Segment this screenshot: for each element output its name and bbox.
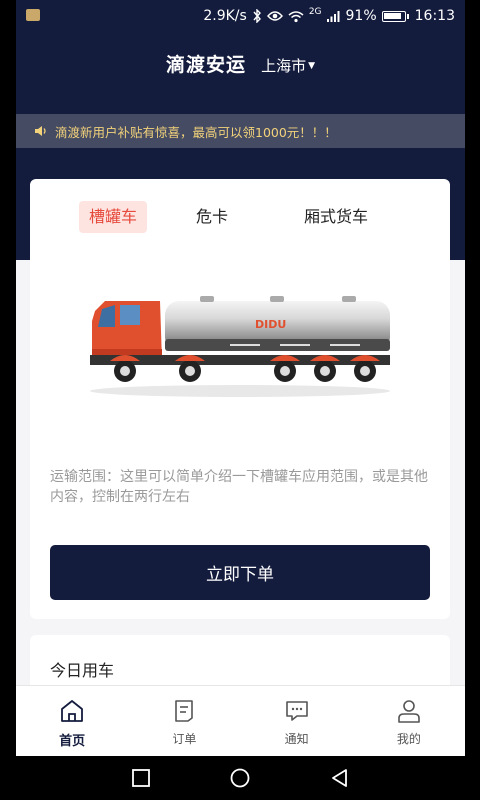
tab-home[interactable]: 首页	[16, 686, 128, 756]
order-icon	[175, 700, 194, 722]
status-bar: 2.9K/s 2G 91% 16:13	[16, 0, 465, 32]
clock: 16:13	[414, 8, 455, 24]
network-speed: 2.9K/s	[203, 8, 247, 24]
tab-notifications-label: 通知	[284, 732, 309, 746]
bluetooth-icon	[253, 9, 261, 23]
recent-apps-icon[interactable]	[130, 767, 152, 789]
tab-orders[interactable]: 订单	[128, 686, 240, 756]
title-row: 滴渡安运 上海市 ▼	[16, 50, 465, 77]
network-type: 2G	[308, 7, 322, 17]
vehicle-description: 运输范围：这里可以简单介绍一下槽罐车应用范围，或是其他内容，控制在两行左右	[50, 469, 428, 505]
battery-icon	[381, 10, 409, 22]
vehicle-tabs: 槽罐车 危卡 厢式货车	[30, 201, 450, 233]
today-section-title: 今日用车	[50, 661, 115, 680]
app-title: 滴渡安运	[165, 54, 246, 76]
caret-down-icon: ▼	[308, 60, 316, 71]
tab-box-truck[interactable]: 厢式货车	[294, 201, 378, 233]
eye-icon	[266, 11, 283, 21]
status-right: 2.9K/s 2G 91% 16:13	[203, 0, 455, 32]
bottom-tab-bar: 首页 订单 通知 我的	[16, 685, 465, 756]
city-selector[interactable]: 上海市 ▼	[261, 55, 315, 76]
tab-profile-label: 我的	[396, 732, 421, 746]
tab-profile[interactable]: 我的	[353, 686, 465, 756]
tab-tank-truck[interactable]: 槽罐车	[79, 201, 148, 233]
order-now-button[interactable]: 立即下单	[50, 545, 430, 600]
vehicle-card: 槽罐车 危卡 厢式货车 DIDU 运输范围：这里可以简单介绍一下槽罐车应用范围，…	[30, 179, 450, 619]
back-icon[interactable]	[329, 767, 351, 789]
notification-app-icon	[26, 9, 40, 21]
city-label: 上海市	[261, 57, 307, 75]
home-button-icon[interactable]	[229, 767, 251, 789]
message-icon	[285, 701, 308, 721]
notice-banner[interactable]: 滴渡新用户补贴有惊喜，最高可以领1000元！！！	[16, 114, 465, 148]
truck-brand-text: DIDU	[255, 318, 286, 331]
home-icon	[61, 700, 84, 722]
notice-text: 滴渡新用户补贴有惊喜，最高可以领1000元！！！	[55, 124, 337, 140]
app-screen: 2.9K/s 2G 91% 16:13 滴渡安运 上海市 ▼ 滴渡新用户补贴有惊…	[16, 0, 465, 756]
speaker-icon	[35, 126, 46, 136]
battery-level	[383, 12, 401, 19]
system-navigation-bar	[0, 756, 480, 800]
battery-percent: 91%	[345, 8, 377, 24]
wifi-icon	[288, 10, 304, 22]
tab-orders-label: 订单	[172, 732, 197, 746]
tab-notifications[interactable]: 通知	[241, 686, 353, 756]
user-icon	[398, 700, 420, 723]
tab-hazmat-truck[interactable]: 危卡	[186, 201, 238, 233]
tab-home-label: 首页	[59, 734, 86, 749]
tank-truck-illustration: DIDU	[90, 296, 390, 397]
signal-icon	[326, 11, 340, 22]
